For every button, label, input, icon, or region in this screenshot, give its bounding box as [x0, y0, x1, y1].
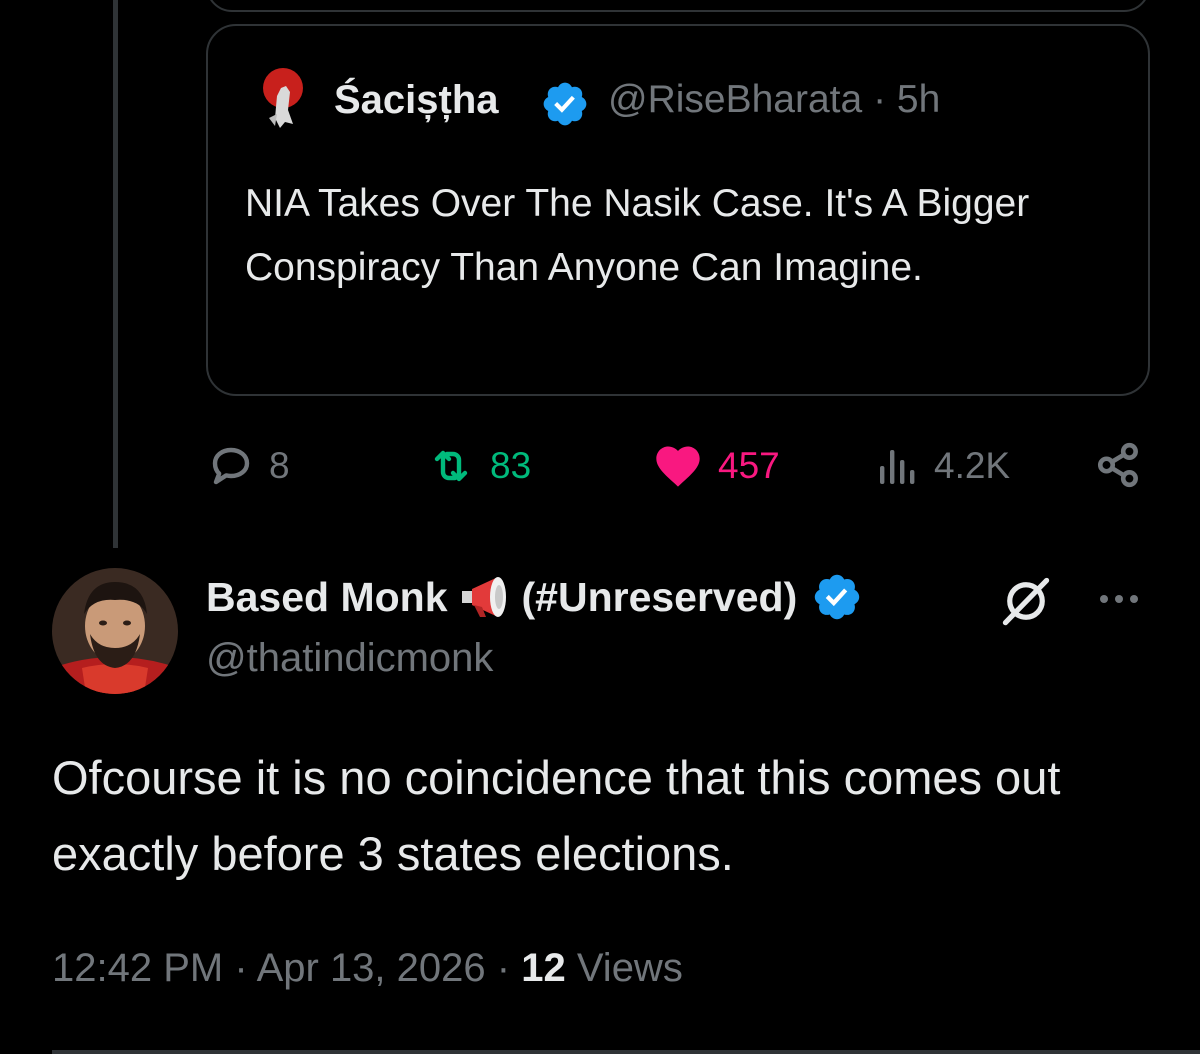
tweet-text: Ofcourse it is no coincidence that this …: [52, 751, 1061, 880]
more-options-icon[interactable]: [1094, 586, 1144, 612]
author-avatar[interactable]: [52, 568, 178, 694]
quoted-author-avatar[interactable]: [255, 66, 311, 134]
separator-dot: ·: [496, 946, 511, 990]
like-button[interactable]: 457: [650, 440, 780, 492]
thread-connector-line: [113, 0, 118, 548]
like-count: 457: [718, 445, 780, 486]
quoted-author-name[interactable]: Śacișțha: [334, 78, 499, 123]
quoted-tweet-text: NIA Takes Over The Nasik Case. It's A Bi…: [245, 182, 1030, 289]
share-button[interactable]: [1094, 440, 1144, 495]
previous-card-edge: [206, 0, 1150, 12]
reply-icon: [212, 447, 250, 485]
grok-icon[interactable]: [1000, 575, 1052, 627]
megaphone-icon: [461, 577, 506, 617]
separator-dot: ·: [234, 946, 248, 990]
tweet-views-count: 12: [521, 946, 566, 990]
tweet-date[interactable]: Apr 13, 2026: [257, 946, 486, 990]
tweet-views-label: Views: [576, 946, 683, 990]
views-button[interactable]: 4.2K: [874, 440, 1010, 492]
verified-badge-icon: [815, 574, 860, 620]
author-name-row[interactable]: Based Monk (#Unreserved): [206, 571, 863, 623]
author-handle[interactable]: @thatindicmonk: [206, 636, 493, 681]
retweet-icon: [434, 450, 468, 482]
divider: [52, 1050, 1200, 1054]
retweet-button[interactable]: 83: [424, 440, 531, 492]
reply-count: 8: [269, 445, 290, 486]
tweet-meta: 12:42 PM · Apr 13, 2026 · 12 Views: [52, 946, 683, 991]
author-name[interactable]: Based Monk: [206, 574, 448, 621]
post-time-ago[interactable]: 5h: [897, 78, 940, 121]
views-count: 4.2K: [934, 445, 1011, 486]
retweet-count: 83: [490, 445, 532, 486]
author-name-tag[interactable]: (#Unreserved): [522, 574, 798, 621]
heart-icon: [656, 446, 700, 487]
quoted-author-handle[interactable]: @RiseBharata · 5h: [608, 78, 940, 122]
views-chart-icon: [880, 450, 915, 484]
verified-badge-icon: [540, 79, 590, 129]
handle-text[interactable]: @RiseBharata: [608, 78, 862, 121]
share-icon: [1097, 442, 1138, 488]
reply-button[interactable]: 8: [205, 440, 290, 492]
separator-dot: ·: [873, 78, 887, 121]
tweet-time[interactable]: 12:42 PM: [52, 946, 223, 990]
